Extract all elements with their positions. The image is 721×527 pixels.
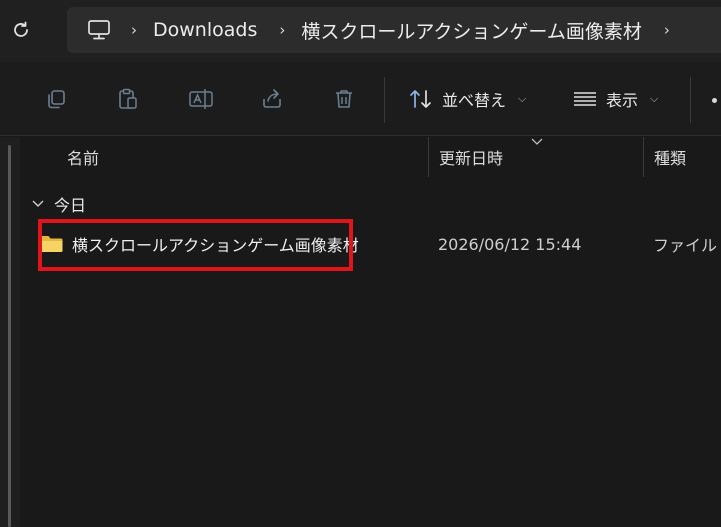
- group-header-today[interactable]: 今日: [32, 194, 87, 215]
- copy-icon: [48, 90, 65, 109]
- more-icon: [712, 98, 717, 103]
- view-button[interactable]: 表示 ⌵: [572, 84, 658, 114]
- command-bar: 並べ替え ⌵ 表示 ⌵: [0, 62, 721, 136]
- highlight-annotation: [38, 219, 353, 271]
- refresh-button[interactable]: [8, 17, 34, 43]
- sort-label: 並べ替え: [442, 91, 507, 110]
- group-label: 今日: [54, 196, 87, 215]
- sort-button[interactable]: 並べ替え ⌵: [408, 84, 526, 114]
- rename-button[interactable]: [186, 84, 216, 114]
- paste-icon: [119, 88, 137, 109]
- column-separator[interactable]: [643, 137, 644, 177]
- rename-icon: [189, 89, 213, 109]
- refresh-icon: [14, 21, 28, 37]
- share-button[interactable]: [257, 84, 287, 114]
- chevron-right-icon[interactable]: ›: [279, 21, 285, 39]
- command-divider: [690, 77, 691, 123]
- column-header-name[interactable]: 名前: [67, 137, 99, 177]
- file-list: 名前 更新日時 種類 今日 横スクロールアクションゲーム画像素材 2026/06…: [20, 137, 721, 527]
- breadcrumb-current-folder[interactable]: 横スクロールアクションゲーム画像素材: [299, 13, 643, 48]
- chevron-right-icon[interactable]: ›: [664, 21, 670, 39]
- delete-icon: [336, 90, 352, 108]
- sort-icon: [410, 90, 431, 108]
- copy-button[interactable]: [41, 84, 71, 114]
- view-label: 表示: [606, 91, 639, 110]
- view-icon: [574, 92, 596, 106]
- breadcrumb-downloads[interactable]: Downloads: [151, 15, 259, 45]
- file-date: 2026/06/12 15:44: [438, 234, 582, 254]
- chevron-down-icon: ⌵: [518, 92, 527, 105]
- address-bar-row: › Downloads › 横スクロールアクションゲーム画像素材 ›: [0, 0, 721, 62]
- chevron-down-icon: ⌵: [650, 92, 659, 105]
- chevron-down-icon: [32, 200, 44, 207]
- file-type: ファイル: [653, 236, 718, 255]
- column-header-type[interactable]: 種類: [654, 137, 686, 177]
- chevron-right-icon[interactable]: ›: [131, 21, 137, 39]
- more-options-button[interactable]: [712, 96, 721, 105]
- computer-icon[interactable]: [87, 18, 111, 42]
- address-box[interactable]: › Downloads › 横スクロールアクションゲーム画像素材 ›: [67, 7, 721, 53]
- delete-button[interactable]: [329, 84, 359, 114]
- sort-ascending-icon: [531, 138, 543, 145]
- navigation-scrollbar[interactable]: [8, 145, 11, 527]
- column-header-date[interactable]: 更新日時: [439, 137, 503, 177]
- command-divider: [384, 77, 385, 123]
- column-separator[interactable]: [428, 137, 429, 177]
- share-icon: [263, 89, 281, 108]
- paste-button[interactable]: [113, 84, 143, 114]
